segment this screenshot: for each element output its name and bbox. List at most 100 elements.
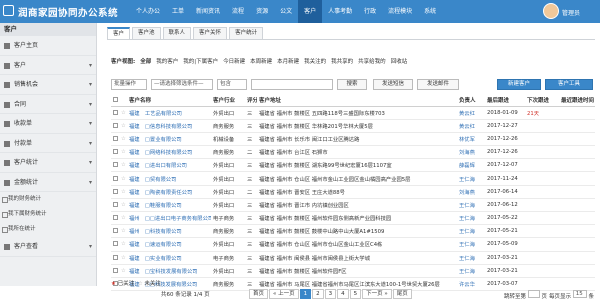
follow-star-icon[interactable]: ☆ [119,224,127,239]
sidebar-item-2[interactable]: 销售机会 ▾ [0,75,96,95]
tab-2[interactable]: 联系人 [162,27,192,39]
sidebar-item-1[interactable]: 客户 ▾ [0,56,96,75]
nav-item-3[interactable]: 流程 [226,0,250,23]
sidebar-item-view[interactable]: 客户查看 ▾ [0,237,96,257]
filter-field-select[interactable]: —请选择筛选条件— [151,79,213,90]
perpage-select[interactable]: 15 [572,290,587,298]
row-checkbox[interactable] [113,241,118,247]
follow-star-icon[interactable]: ☆ [119,237,127,252]
sidebar-item-5[interactable]: 付款单 ▾ [0,134,96,153]
view-item-7[interactable]: 我共享的 [331,57,353,65]
customer-name[interactable]: 福建 □置业有限公司 [127,132,211,147]
customer-owner[interactable]: 王仁海 [457,198,485,213]
customer-owner[interactable]: 黄云红 [457,119,485,133]
customer-owner[interactable]: 王仁海 [457,264,485,278]
sidebar-sub-item-2[interactable]: 我所在统计 [0,222,96,237]
customer-name[interactable]: 福州 □□进出口电子商务有限公司 [127,211,211,226]
follow-star-icon[interactable]: ☆ [119,185,127,199]
follow-star-icon[interactable]: ☆ [119,264,127,278]
tab-1[interactable]: 客户池 [132,27,161,39]
batch-select[interactable]: 批量操作 [111,79,147,90]
page-button-8[interactable]: 尾页 [392,289,412,299]
sidebar-item-7[interactable]: 金额统计 ▾ [0,173,96,192]
nav-item-2[interactable]: 新闻资讯 [190,0,226,23]
view-item-8[interactable]: 共享给我的 [358,57,386,65]
customer-owner[interactable]: 王仁海 [457,224,485,239]
customer-name[interactable]: 福建 □速运有限公司 [127,237,211,252]
follow-star-icon[interactable]: ☆ [119,198,127,213]
row-checkbox[interactable] [113,122,118,128]
customer-name[interactable]: 福建 □鞋服有限公司 [127,198,211,213]
row-checkbox[interactable] [113,228,118,234]
page-button-7[interactable]: 下一页 » [362,289,392,299]
customer-name[interactable]: 福建 □陶瓷有限责任公司 [127,185,211,199]
sidebar-item-3[interactable]: 合同 ▾ [0,95,96,114]
view-item-3[interactable]: 今日新建 [223,57,245,65]
customer-owner[interactable]: 黄云红 [457,106,485,120]
nav-item-0[interactable]: 个人办公 [130,0,166,23]
row-checkbox[interactable] [113,162,118,168]
customer-owner[interactable]: 许云华 [457,277,485,292]
nav-item-7[interactable]: 人事考勤 [322,0,358,23]
new-customer-button[interactable]: 新建客户 [497,79,541,90]
nav-item-5[interactable]: 公文 [274,0,298,23]
customer-name[interactable]: 福建 □网络科技有限公司 [127,145,211,160]
customer-name[interactable]: 福建 □进出口有限公司 [127,158,211,173]
filter-op-select[interactable]: 包含 [217,79,247,90]
row-checkbox[interactable] [113,254,118,260]
follow-star-icon[interactable]: ☆ [119,106,127,120]
nav-item-6[interactable]: 客户 [298,0,323,23]
customer-tools-button[interactable]: 客户工具 [545,79,593,90]
row-checkbox[interactable] [113,175,118,181]
customer-name[interactable]: 福建 □实业有限公司 [127,251,211,265]
send-sms-button[interactable]: 发送短信 [373,79,413,90]
customer-owner[interactable]: 王仁海 [457,211,485,226]
view-item-4[interactable]: 本周新建 [250,57,272,65]
sidebar-sub-item-0[interactable]: 我的财务统计 [0,192,96,207]
follow-star-icon[interactable]: ☆ [119,211,127,226]
nav-item-8[interactable]: 行政 [358,0,382,23]
view-item-0[interactable]: 全部 [140,57,151,65]
view-item-1[interactable]: 我的客户 [156,57,178,65]
search-button[interactable]: 搜索 [337,79,367,90]
nav-item-10[interactable]: 系统 [418,0,442,23]
follow-star-icon[interactable]: ☆ [119,145,127,160]
customer-owner[interactable]: 刘海燕 [457,185,485,199]
sidebar-sub-item-1[interactable]: 我下属财务统计 [0,207,96,222]
customer-name[interactable]: 福建 □信息科技有限公司 [127,119,211,133]
row-checkbox[interactable] [113,201,118,207]
row-checkbox[interactable] [113,149,118,155]
row-checkbox[interactable] [113,188,118,194]
tab-3[interactable]: 客户关怀 [193,27,228,39]
customer-owner[interactable]: 王仁海 [457,237,485,252]
follow-star-icon[interactable]: ☆ [119,251,127,265]
row-checkbox[interactable] [113,215,118,221]
tab-4[interactable]: 客户统计 [229,27,264,39]
page-button-2[interactable]: 1 [299,289,312,299]
sidebar-item-4[interactable]: 收款单 ▾ [0,114,96,134]
customer-owner[interactable]: 王仁海 [457,251,485,265]
view-item-6[interactable]: 我关注的 [304,57,326,65]
page-button-4[interactable]: 3 [324,289,337,299]
row-checkbox[interactable] [113,267,118,273]
page-button-5[interactable]: 4 [337,289,349,299]
view-item-9[interactable]: 回收站 [391,57,408,65]
row-checkbox[interactable] [113,135,118,141]
customer-owner[interactable]: 林优军 [457,132,485,147]
customer-name[interactable]: 福建 □宝科技发展有限公司 [127,264,211,278]
customer-owner[interactable]: 王仁海 [457,171,485,186]
follow-star-icon[interactable]: ☆ [119,171,127,186]
view-item-2[interactable]: 我的|下属客户 [183,57,218,65]
search-input[interactable] [251,79,333,90]
follow-star-icon[interactable]: ☆ [119,132,127,147]
page-button-1[interactable]: « 上一页 [269,289,299,299]
select-all-checkbox[interactable] [113,97,118,103]
customer-name[interactable]: 福建 工艺品有限公司 [127,106,211,120]
customer-owner[interactable]: 薛磊辉 [457,158,485,173]
customer-name[interactable]: 福建 □贸有限公司 [127,171,211,186]
sidebar-item-6[interactable]: 客户统计 ▾ [0,153,96,173]
nav-item-1[interactable]: 工单 [166,0,190,23]
view-item-5[interactable]: 本月新建 [277,57,299,65]
page-button-3[interactable]: 2 [312,289,324,299]
nav-item-4[interactable]: 资源 [250,0,274,23]
